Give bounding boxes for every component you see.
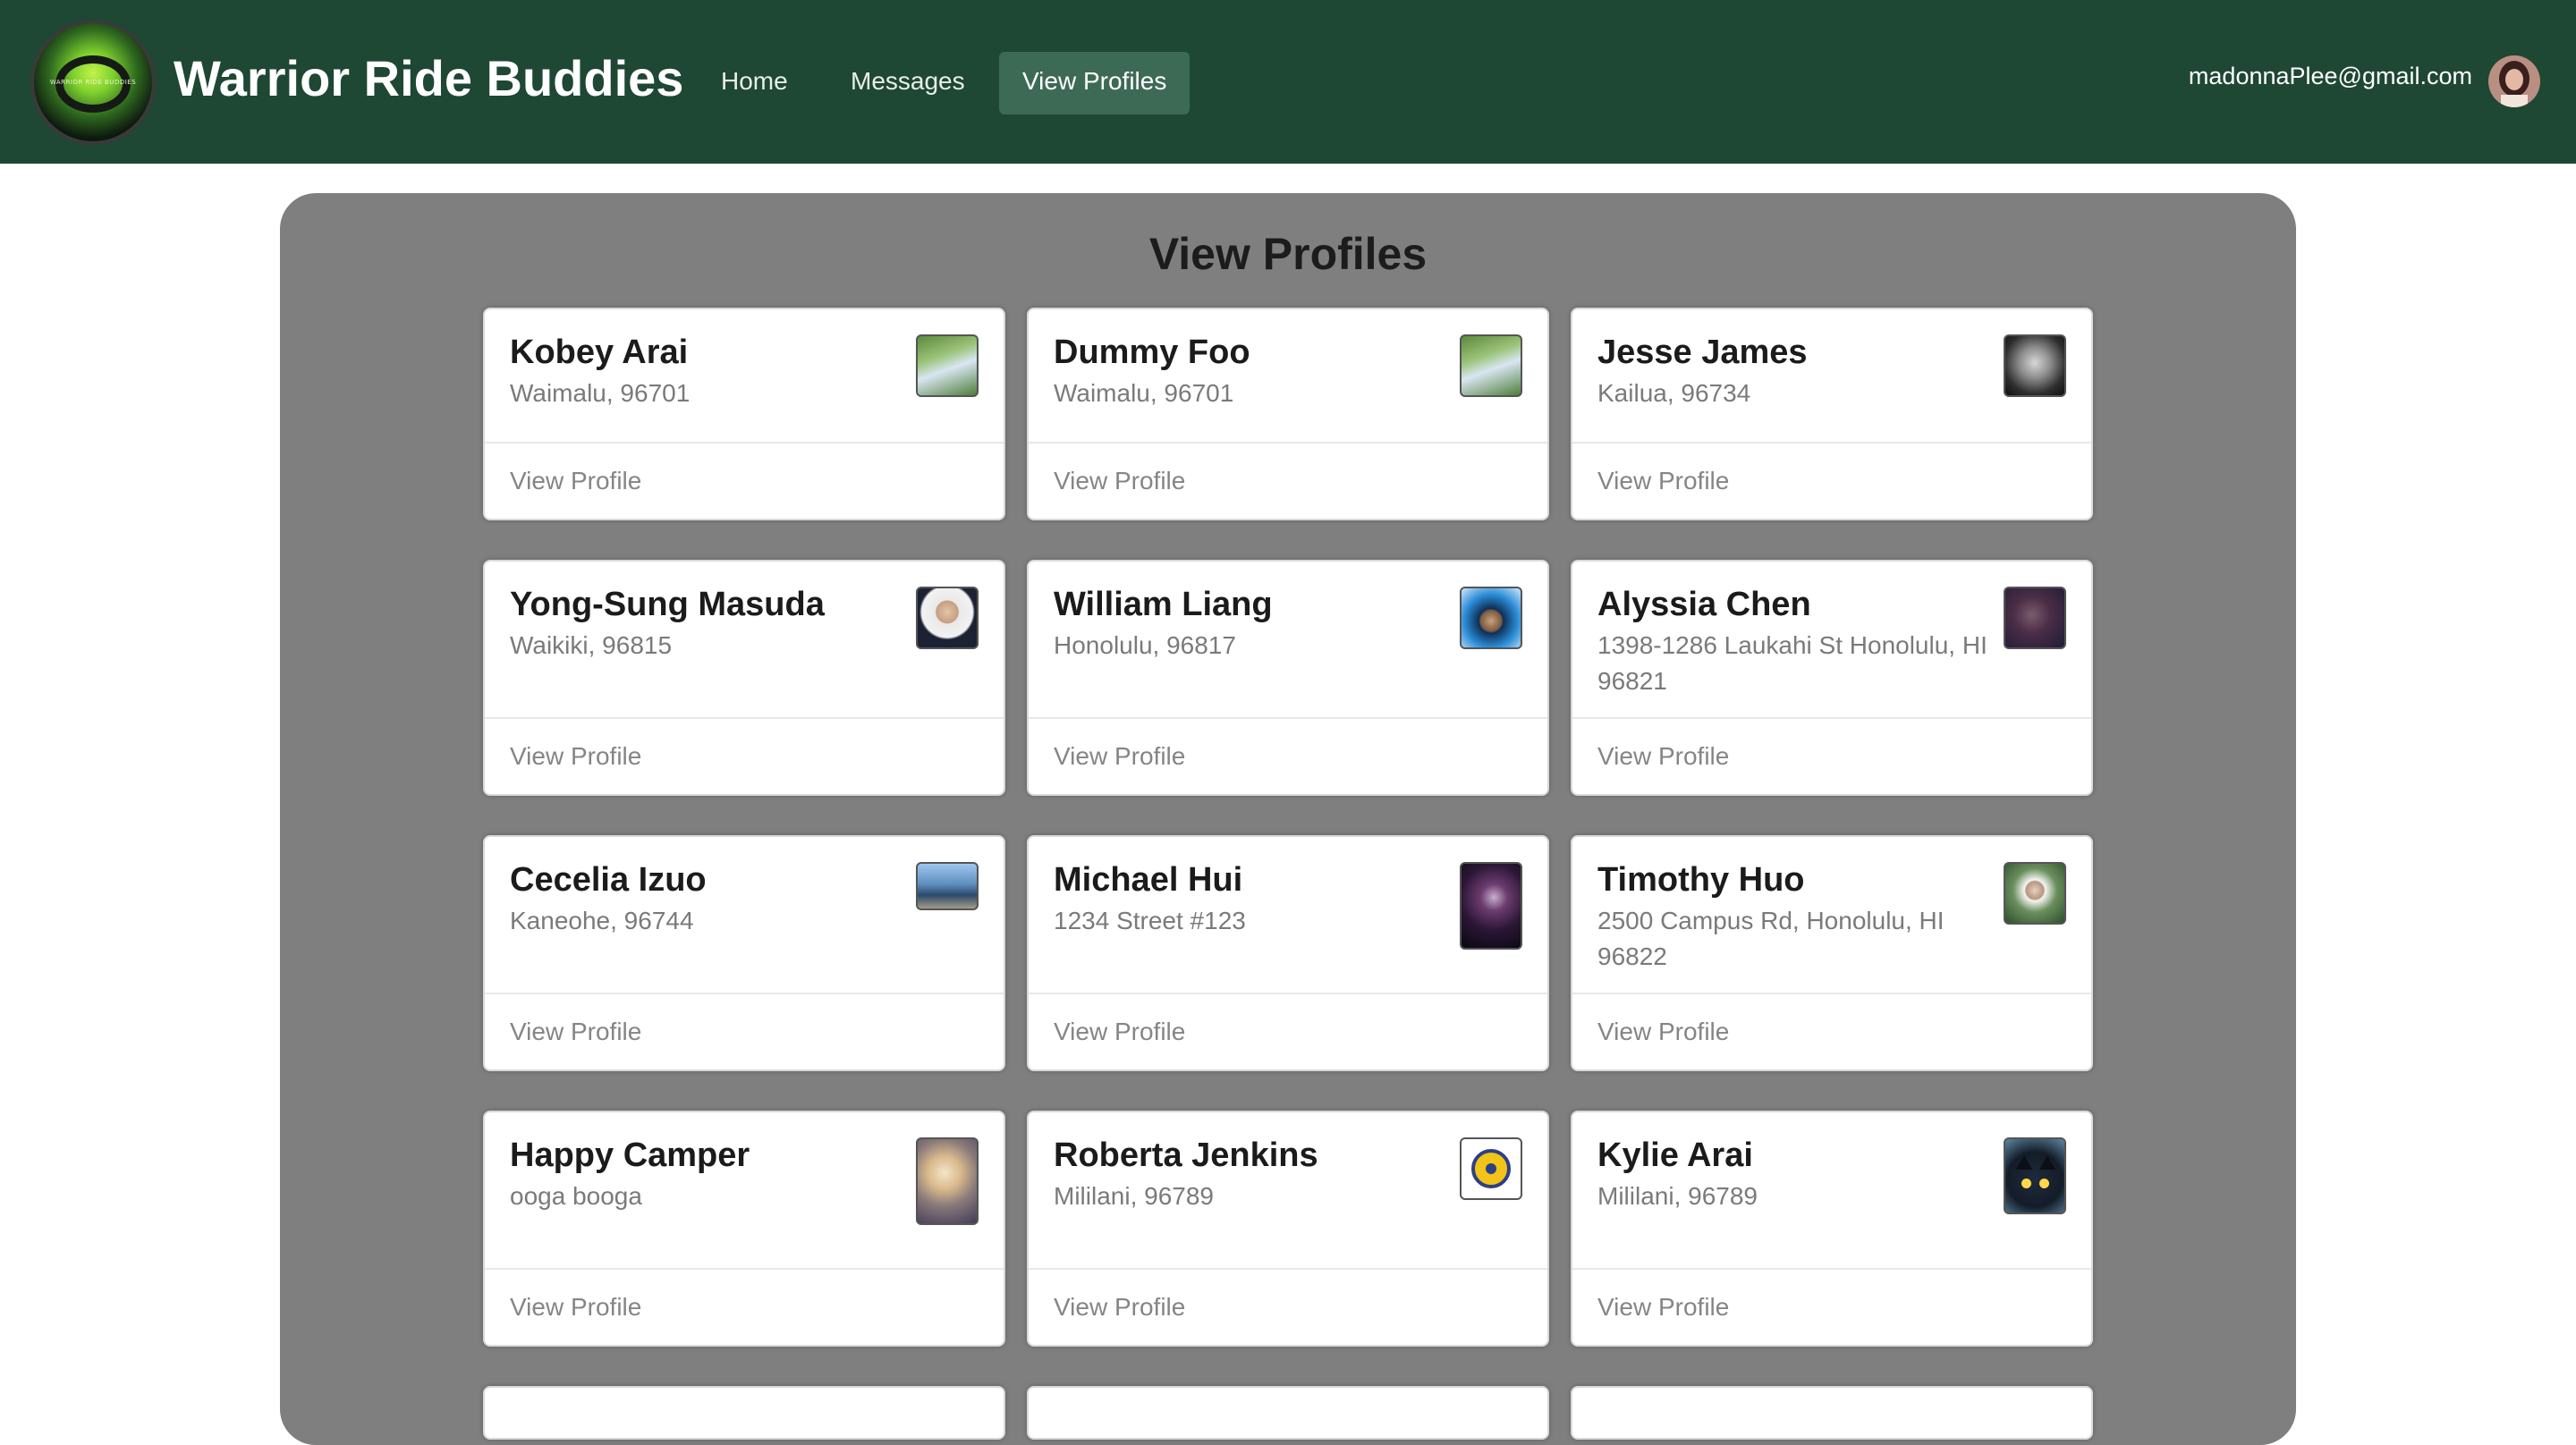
view-profile-link[interactable]: View Profile <box>485 993 1004 1069</box>
profile-card: Cecelia Izuo Kaneohe, 96744 View Profile <box>483 835 1005 1071</box>
profile-name: Yong-Sung Masuda <box>510 586 825 623</box>
profile-photo-icon <box>916 334 979 397</box>
view-profile-link[interactable]: View Profile <box>1029 442 1547 519</box>
profile-card-partial <box>1027 1386 1549 1440</box>
view-profile-link[interactable]: View Profile <box>485 717 1004 794</box>
profile-card: Kylie Arai Mililani, 96789 View Profile <box>1571 1111 2093 1347</box>
user-email-dropdown[interactable]: madonnaPlee@gmail.com <box>2189 63 2472 90</box>
profile-photo-icon <box>1460 862 1522 950</box>
profile-address: Kaneohe, 96744 <box>510 907 694 934</box>
profile-name: Michael Hui <box>1054 861 1243 899</box>
profile-card-partial <box>1571 1386 2093 1440</box>
view-profile-link[interactable]: View Profile <box>1029 717 1547 794</box>
profile-photo-icon <box>916 587 979 649</box>
profile-address: 2500 Campus Rd, Honolulu, HI 96822 <box>1597 907 1945 970</box>
page-title: View Profiles <box>1148 229 1428 279</box>
logo-text: WARRIOR RIDE BUDDIES <box>49 79 137 86</box>
brand-logo-icon[interactable]: WARRIOR RIDE BUDDIES <box>30 20 156 145</box>
profile-name: Cecelia Izuo <box>510 861 707 899</box>
profile-card: William Liang Honolulu, 96817 View Profi… <box>1027 560 1549 796</box>
profile-name: Alyssia Chen <box>1597 586 1811 623</box>
profile-name: Timothy Huo <box>1597 861 1805 899</box>
lions-ring-shape <box>1471 1149 1511 1188</box>
nav-home-link[interactable]: Home <box>698 52 811 114</box>
profile-photo-icon <box>916 862 979 910</box>
profile-address: 1234 Street #123 <box>1054 907 1246 934</box>
view-profile-link[interactable]: View Profile <box>485 1268 1004 1345</box>
profile-card-partial <box>483 1386 1005 1440</box>
cat-eye-shape <box>2039 1179 2049 1188</box>
profile-name: Kylie Arai <box>1597 1137 1753 1174</box>
profile-card: Roberta Jenkins Mililani, 96789 View Pro… <box>1027 1111 1549 1347</box>
profile-address: Honolulu, 96817 <box>1054 631 1236 659</box>
view-profile-link[interactable]: View Profile <box>485 442 1004 519</box>
cat-ear-shape <box>2016 1155 2032 1170</box>
nav-messages-link[interactable]: Messages <box>827 52 988 114</box>
profile-card: Dummy Foo Waimalu, 96701 View Profile <box>1027 308 1549 520</box>
profile-photo-icon <box>1460 587 1522 649</box>
cat-ear-shape <box>2039 1155 2055 1170</box>
profile-address: Waimalu, 96701 <box>1054 379 1234 407</box>
profile-address: Kailua, 96734 <box>1597 379 1751 407</box>
profile-card: Kobey Arai Waimalu, 96701 View Profile <box>483 308 1005 520</box>
black-cat-photo-icon <box>2004 1137 2066 1214</box>
profile-address: Waimalu, 96701 <box>510 379 691 407</box>
profile-address: Waikiki, 96815 <box>510 631 673 659</box>
profile-name: Happy Camper <box>510 1137 750 1174</box>
profile-card: Alyssia Chen 1398-1286 Laukahi St Honolu… <box>1571 560 2093 796</box>
profile-name: Kobey Arai <box>510 334 689 371</box>
profile-photo-icon <box>1460 334 1522 397</box>
cat-eye-shape <box>2021 1179 2031 1188</box>
user-avatar-icon <box>2488 55 2540 107</box>
lions-core-shape <box>1486 1163 1496 1174</box>
profile-card: Yong-Sung Masuda Waikiki, 96815 View Pro… <box>483 560 1005 796</box>
view-profile-link[interactable]: View Profile <box>1572 993 2091 1069</box>
profile-photo-icon <box>2004 862 2066 925</box>
navbar: WARRIOR RIDE BUDDIES Warrior Ride Buddie… <box>0 0 2576 164</box>
view-profile-link[interactable]: View Profile <box>1572 717 2091 794</box>
profile-name: Dummy Foo <box>1054 334 1250 371</box>
profile-address: ooga booga <box>510 1182 642 1210</box>
view-profile-link[interactable]: View Profile <box>1572 1268 2091 1345</box>
profile-name: Jesse James <box>1597 334 1808 371</box>
profile-photo-icon <box>2004 334 2066 397</box>
lions-logo-icon <box>1460 1137 1522 1200</box>
profile-card: Happy Camper ooga booga View Profile <box>483 1111 1005 1347</box>
view-profile-link[interactable]: View Profile <box>1029 993 1547 1069</box>
profile-card: Michael Hui 1234 Street #123 View Profil… <box>1027 835 1549 1071</box>
brand-title[interactable]: Warrior Ride Buddies <box>174 48 683 109</box>
user-avatar[interactable] <box>2488 55 2540 107</box>
profile-photo-icon <box>2004 587 2066 649</box>
profile-address: Mililani, 96789 <box>1597 1182 1758 1210</box>
profile-address: Mililani, 96789 <box>1054 1182 1214 1210</box>
view-profile-link[interactable]: View Profile <box>1029 1268 1547 1345</box>
profile-name: Roberta Jenkins <box>1054 1137 1318 1174</box>
nav-view-profiles-link[interactable]: View Profiles <box>999 52 1191 114</box>
profile-name: William Liang <box>1054 586 1273 623</box>
profile-card: Timothy Huo 2500 Campus Rd, Honolulu, HI… <box>1571 835 2093 1071</box>
view-profile-link[interactable]: View Profile <box>1572 442 2091 519</box>
profile-card: Jesse James Kailua, 96734 View Profile <box>1571 308 2093 520</box>
profile-address: 1398-1286 Laukahi St Honolulu, HI 96821 <box>1597 631 1987 695</box>
profile-photo-icon <box>916 1137 979 1225</box>
